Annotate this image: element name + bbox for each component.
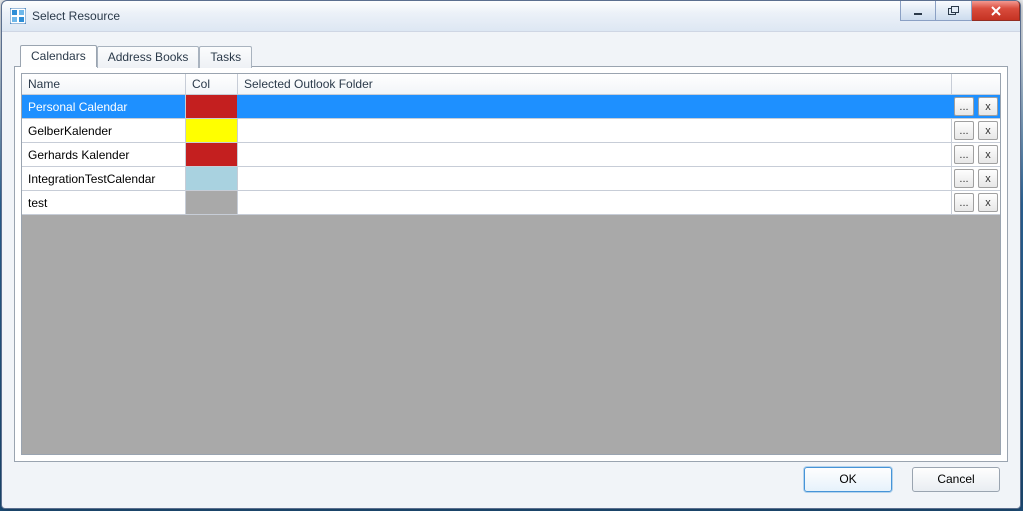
tab-tasks[interactable]: Tasks xyxy=(199,46,252,68)
close-button[interactable] xyxy=(972,1,1020,21)
cell-color[interactable] xyxy=(186,119,238,142)
table-row[interactable]: GelberKalender...x xyxy=(22,119,1000,143)
table-row[interactable]: Personal Calendar...x xyxy=(22,95,1000,119)
grid-header-row: Name Col Selected Outlook Folder xyxy=(22,74,1000,95)
color-swatch xyxy=(186,119,237,142)
cell-selected-folder[interactable] xyxy=(238,191,952,214)
browse-folder-button[interactable]: ... xyxy=(954,121,974,140)
cell-delete: x xyxy=(976,167,1000,190)
cell-delete: x xyxy=(976,95,1000,118)
minimize-button[interactable] xyxy=(900,1,936,21)
delete-row-button[interactable]: x xyxy=(978,145,998,164)
column-header-delete xyxy=(976,74,1000,94)
cell-color[interactable] xyxy=(186,167,238,190)
titlebar[interactable]: Select Resource xyxy=(2,1,1020,32)
cell-name[interactable]: Gerhards Kalender xyxy=(22,143,186,166)
table-row[interactable]: Gerhards Kalender...x xyxy=(22,143,1000,167)
cell-browse: ... xyxy=(952,191,976,214)
cell-color[interactable] xyxy=(186,191,238,214)
tab-address-books[interactable]: Address Books xyxy=(97,46,200,68)
cell-browse: ... xyxy=(952,167,976,190)
delete-row-button[interactable]: x xyxy=(978,121,998,140)
color-swatch xyxy=(186,143,237,166)
tab-calendars[interactable]: Calendars xyxy=(20,45,97,67)
cell-name[interactable]: IntegrationTestCalendar xyxy=(22,167,186,190)
color-swatch xyxy=(186,191,237,214)
browse-folder-button[interactable]: ... xyxy=(954,97,974,116)
dialog-footer: OK Cancel xyxy=(14,462,1008,496)
resource-grid: Name Col Selected Outlook Folder Persona… xyxy=(21,73,1001,455)
cell-browse: ... xyxy=(952,95,976,118)
column-header-name[interactable]: Name xyxy=(22,74,186,94)
tab-panel-calendars: Name Col Selected Outlook Folder Persona… xyxy=(14,66,1008,462)
dialog-window: Select Resource CalendarsAddress BooksTa… xyxy=(1,0,1021,509)
cell-selected-folder[interactable] xyxy=(238,143,952,166)
column-header-folder[interactable]: Selected Outlook Folder xyxy=(238,74,952,94)
cancel-button[interactable]: Cancel xyxy=(912,467,1000,492)
cell-delete: x xyxy=(976,119,1000,142)
delete-row-button[interactable]: x xyxy=(978,169,998,188)
cell-selected-folder[interactable] xyxy=(238,95,952,118)
table-row[interactable]: test...x xyxy=(22,191,1000,215)
cell-name[interactable]: GelberKalender xyxy=(22,119,186,142)
cell-name[interactable]: Personal Calendar xyxy=(22,95,186,118)
color-swatch xyxy=(186,95,237,118)
window-title: Select Resource xyxy=(32,9,120,23)
window-control-buttons xyxy=(900,1,1020,21)
cell-selected-folder[interactable] xyxy=(238,119,952,142)
cell-delete: x xyxy=(976,143,1000,166)
browse-folder-button[interactable]: ... xyxy=(954,145,974,164)
cell-browse: ... xyxy=(952,119,976,142)
browse-folder-button[interactable]: ... xyxy=(954,169,974,188)
tab-strip: CalendarsAddress BooksTasks xyxy=(20,44,1008,66)
column-header-col[interactable]: Col xyxy=(186,74,238,94)
browse-folder-button[interactable]: ... xyxy=(954,193,974,212)
app-icon xyxy=(10,8,26,24)
maximize-button[interactable] xyxy=(936,1,972,21)
client-area: CalendarsAddress BooksTasks Name Col Sel… xyxy=(2,32,1020,508)
grid-body: Personal Calendar...xGelberKalender...xG… xyxy=(22,95,1000,454)
color-swatch xyxy=(186,167,237,190)
cell-name[interactable]: test xyxy=(22,191,186,214)
cell-color[interactable] xyxy=(186,95,238,118)
table-row[interactable]: IntegrationTestCalendar...x xyxy=(22,167,1000,191)
delete-row-button[interactable]: x xyxy=(978,193,998,212)
cell-delete: x xyxy=(976,191,1000,214)
cell-color[interactable] xyxy=(186,143,238,166)
ok-button[interactable]: OK xyxy=(804,467,892,492)
delete-row-button[interactable]: x xyxy=(978,97,998,116)
column-header-browse xyxy=(952,74,976,94)
cell-browse: ... xyxy=(952,143,976,166)
cell-selected-folder[interactable] xyxy=(238,167,952,190)
